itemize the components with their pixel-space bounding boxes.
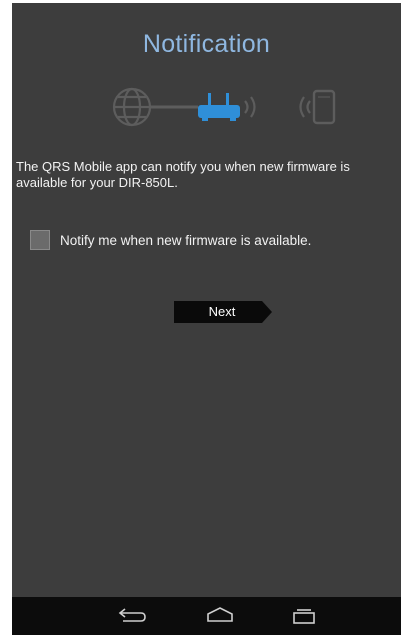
back-icon <box>118 608 146 622</box>
recent-apps-button[interactable] <box>286 605 322 627</box>
notify-label: Notify me when new firmware is available… <box>60 232 312 248</box>
next-label: Next <box>208 304 236 319</box>
android-navbar <box>12 597 401 635</box>
connection-diagram <box>12 85 401 135</box>
notification-screen: Notification The QRS Mobile app can noti… <box>12 3 401 597</box>
router-icon <box>198 93 240 121</box>
description-text: The QRS Mobile app can notify you when n… <box>16 159 350 190</box>
back-button[interactable] <box>113 605 149 627</box>
home-icon <box>207 607 233 622</box>
notify-checkbox[interactable] <box>30 230 50 250</box>
recent-apps-icon <box>293 609 315 624</box>
page-title: Notification <box>142 30 271 58</box>
wifi-signal-icon <box>244 96 256 118</box>
app-frame: Notification The QRS Mobile app can noti… <box>12 3 401 635</box>
notify-option[interactable]: Notify me when new firmware is available… <box>30 229 311 251</box>
phone-signal-icon <box>299 96 311 118</box>
next-button[interactable]: Next <box>174 301 274 323</box>
phone-icon <box>312 89 336 125</box>
home-button[interactable] <box>202 605 238 627</box>
globe-icon <box>112 87 152 127</box>
